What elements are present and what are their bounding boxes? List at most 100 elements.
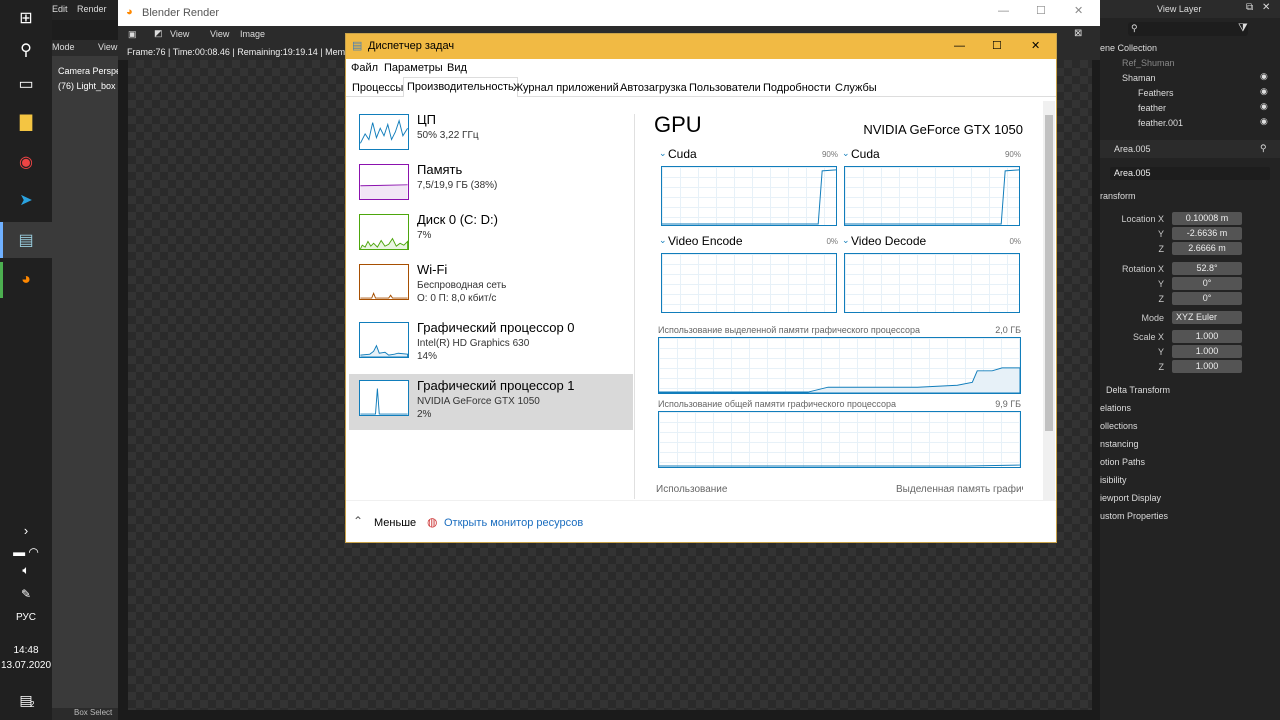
sidebar-item-name: Память xyxy=(417,162,463,177)
image-icon[interactable]: ◩ xyxy=(154,28,163,39)
maximize-icon[interactable]: ☐ xyxy=(1036,4,1046,17)
viewport-display-panel[interactable]: iewport Display xyxy=(1100,493,1161,503)
tab-app-history[interactable]: Журнал приложений xyxy=(510,79,622,97)
eye-icon[interactable]: ◉ xyxy=(1260,71,1268,82)
instancing-panel[interactable]: nstancing xyxy=(1100,439,1139,449)
mode-menu[interactable]: Mode xyxy=(52,42,75,52)
eye-icon[interactable]: ◉ xyxy=(1260,116,1268,127)
rotation-mode-label: Mode xyxy=(1141,313,1164,323)
rotation-x[interactable]: 52.8° xyxy=(1172,262,1242,275)
chevron-down-icon[interactable]: ⌄ xyxy=(842,148,850,159)
engine-name[interactable]: Video Decode xyxy=(851,234,926,248)
scrollbar[interactable] xyxy=(1043,101,1055,501)
rotation-y[interactable]: 0° xyxy=(1172,277,1242,290)
tab-processes[interactable]: Процессы xyxy=(349,79,406,97)
outliner-search-input[interactable]: ⚲ xyxy=(1128,22,1248,36)
sidebar-item-cpu[interactable]: ЦП 50% 3,22 ГГц xyxy=(349,108,633,164)
language-indicator[interactable]: РУС xyxy=(0,612,52,623)
close-icon[interactable]: ✕ xyxy=(1074,4,1083,17)
delta-transform-panel[interactable]: Delta Transform xyxy=(1106,385,1170,395)
search-icon[interactable]: ⚲ xyxy=(0,32,52,68)
pen-icon[interactable]: ✎ xyxy=(0,576,52,612)
file-explorer-icon[interactable]: ▇ xyxy=(0,104,52,140)
resource-monitor-icon: ◍ xyxy=(427,515,438,529)
location-y[interactable]: -2.6636 m xyxy=(1172,227,1242,240)
menu-render[interactable]: Render xyxy=(77,4,107,14)
view-menu[interactable]: View xyxy=(98,42,117,52)
sidebar-toggle-icon[interactable]: ⊠ xyxy=(1074,28,1082,39)
copy-icon[interactable]: ⧉ xyxy=(1246,2,1253,13)
task-manager-icon[interactable]: ▤ xyxy=(0,222,52,258)
custom-properties-panel[interactable]: ustom Properties xyxy=(1100,511,1168,521)
visibility-panel[interactable]: isibility xyxy=(1100,475,1127,485)
motion-paths-panel[interactable]: otion Paths xyxy=(1100,457,1145,467)
sidebar-item-gpu0[interactable]: Графический процессор 0 Intel(R) HD Grap… xyxy=(349,316,633,372)
notification-icon[interactable]: ▤ 2 xyxy=(0,682,52,718)
windows-start-icon[interactable]: ⊞ xyxy=(0,0,52,36)
tab-details[interactable]: Подробности xyxy=(760,79,834,97)
blender-icon[interactable]: ◕ xyxy=(0,262,52,298)
menu-file[interactable]: Файл xyxy=(351,62,378,74)
resource-monitor-link[interactable]: Открыть монитор ресурсов xyxy=(444,517,583,529)
sidebar-item-gpu1[interactable]: Графический процессор 1 NVIDIA GeForce G… xyxy=(349,374,633,430)
eye-icon[interactable]: ◉ xyxy=(1260,101,1268,112)
scale-x[interactable]: 1.000 xyxy=(1172,330,1242,343)
engine-name[interactable]: Cuda xyxy=(851,147,880,161)
tab-bar: Процессы Производительность Журнал прило… xyxy=(346,77,1056,97)
chevron-down-icon[interactable]: ⌄ xyxy=(659,148,667,159)
minimize-icon[interactable]: — xyxy=(954,34,965,59)
eye-icon[interactable]: ◉ xyxy=(1260,86,1268,97)
outliner-item[interactable]: feather.001 xyxy=(1100,116,1280,131)
rotation-z[interactable]: 0° xyxy=(1172,292,1242,305)
sidebar-item-memory[interactable]: Память 7,5/19,9 ГБ (38%) xyxy=(349,158,633,214)
location-z[interactable]: 2.6666 m xyxy=(1172,242,1242,255)
pin-icon[interactable]: ⚲ xyxy=(1260,143,1267,154)
maximize-icon[interactable]: ☐ xyxy=(992,34,1002,59)
view-dropdown[interactable]: View xyxy=(170,29,189,39)
menu-view[interactable]: Вид xyxy=(447,62,467,74)
scene-collection[interactable]: ene Collection xyxy=(1100,43,1157,53)
close-icon[interactable]: ✕ xyxy=(1031,34,1040,59)
outliner-item[interactable]: Shaman xyxy=(1100,71,1280,86)
editor-type-icon[interactable]: ▣ xyxy=(128,29,137,40)
menu-edit[interactable]: Edit xyxy=(52,4,68,14)
clock-time[interactable]: 14:48 xyxy=(0,645,52,656)
collections-panel[interactable]: ollections xyxy=(1100,421,1138,431)
relations-panel[interactable]: elations xyxy=(1100,403,1131,413)
close-icon[interactable]: ✕ xyxy=(1262,2,1270,13)
scale-z[interactable]: 1.000 xyxy=(1172,360,1242,373)
engine-name[interactable]: Cuda xyxy=(668,147,697,161)
3d-viewport[interactable]: Camera Perspec (76) Light_box | A Box Se… xyxy=(52,56,128,720)
task-manager-icon: ▤ xyxy=(352,40,363,52)
view-menu[interactable]: View xyxy=(210,29,229,39)
chevron-down-icon[interactable]: ⌄ xyxy=(842,235,850,246)
outliner-item[interactable]: Ref_Shuman xyxy=(1100,56,1280,71)
telegram-icon[interactable]: ➤ xyxy=(0,182,52,218)
chrome-icon[interactable]: ◉ xyxy=(0,144,52,180)
transform-panel[interactable]: ransform xyxy=(1100,191,1136,201)
image-menu[interactable]: Image xyxy=(240,29,265,39)
fewer-details-button[interactable]: Меньше xyxy=(374,517,416,529)
rotation-mode-select[interactable]: XYZ Euler xyxy=(1172,311,1242,324)
scrollbar-thumb[interactable] xyxy=(1045,115,1053,431)
tab-performance[interactable]: Производительность xyxy=(403,77,518,97)
menu-options[interactable]: Параметры xyxy=(384,62,443,74)
view-layer-label[interactable]: View Layer xyxy=(1157,4,1201,14)
sidebar-item-wifi[interactable]: Wi-Fi Беспроводная сеть О: 0 П: 8,0 кбит… xyxy=(349,258,633,314)
location-x[interactable]: 0.10008 m xyxy=(1172,212,1242,225)
outliner-item[interactable]: feather xyxy=(1100,101,1280,116)
minimize-icon[interactable]: — xyxy=(998,5,1009,17)
tab-startup[interactable]: Автозагрузка xyxy=(617,79,690,97)
task-view-icon[interactable]: ▭ xyxy=(0,66,52,102)
object-name-field[interactable]: Area.005 xyxy=(1110,167,1270,180)
chevron-down-icon[interactable]: ⌄ xyxy=(659,235,667,246)
tab-users[interactable]: Пользователи xyxy=(686,79,764,97)
filter-icon[interactable]: ⧩ xyxy=(1238,22,1248,35)
engine-name[interactable]: Video Encode xyxy=(668,234,743,248)
sidebar-item-disk[interactable]: Диск 0 (C: D:) 7% xyxy=(349,208,633,264)
tab-services[interactable]: Службы xyxy=(832,79,880,97)
scale-y[interactable]: 1.000 xyxy=(1172,345,1242,358)
clock-date[interactable]: 13.07.2020 xyxy=(0,660,52,671)
chevron-up-icon[interactable]: ⌃ xyxy=(353,514,363,528)
outliner-item[interactable]: Feathers xyxy=(1100,86,1280,101)
